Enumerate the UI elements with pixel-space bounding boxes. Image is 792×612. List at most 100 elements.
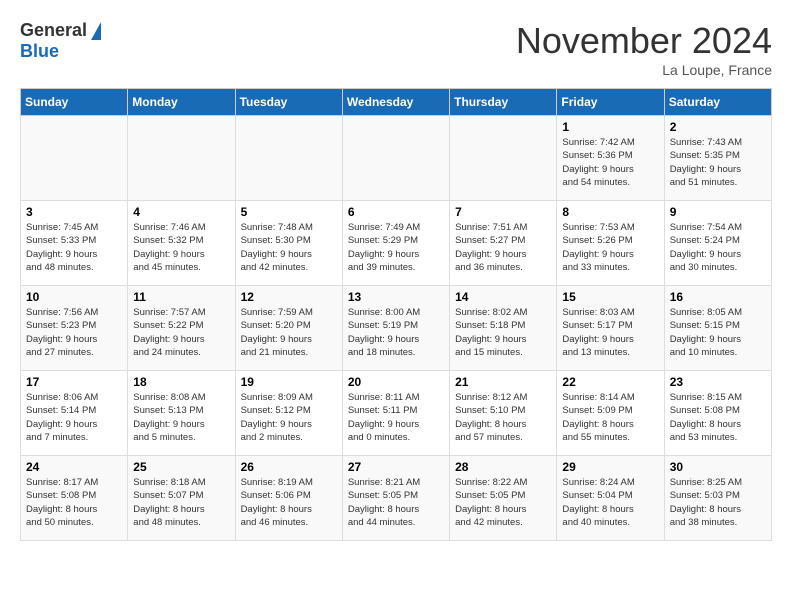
day-info: Sunrise: 7:42 AM Sunset: 5:36 PM Dayligh… [562,136,658,189]
calendar-cell: 2 Sunrise: 7:43 AM Sunset: 5:35 PM Daylig… [664,116,771,201]
day-info: Sunrise: 8:15 AM Sunset: 5:08 PM Dayligh… [670,391,766,444]
calendar-cell: 4 Sunrise: 7:46 AM Sunset: 5:32 PM Daylig… [128,201,235,286]
calendar-cell [128,116,235,201]
day-number: 22 [562,375,658,389]
day-number: 4 [133,205,229,219]
calendar-week-row: 17 Sunrise: 8:06 AM Sunset: 5:14 PM Dayli… [21,371,772,456]
day-number: 20 [348,375,444,389]
day-info: Sunrise: 8:08 AM Sunset: 5:13 PM Dayligh… [133,391,229,444]
day-info: Sunrise: 8:12 AM Sunset: 5:10 PM Dayligh… [455,391,551,444]
location-text: La Loupe, France [516,62,772,78]
calendar-cell: 5Sunrise: 7:48 AM Sunset: 5:30 PM Daylig… [235,201,342,286]
calendar-cell: 23Sunrise: 8:15 AM Sunset: 5:08 PM Dayli… [664,371,771,456]
day-number: 13 [348,290,444,304]
calendar-table: SundayMondayTuesdayWednesdayThursdayFrid… [20,88,772,541]
calendar-cell: 22 Sunrise: 8:14 AM Sunset: 5:09 PM Dayli… [557,371,664,456]
day-info: Sunrise: 8:22 AM Sunset: 5:05 PM Dayligh… [455,476,551,529]
day-info: Sunrise: 7:46 AM Sunset: 5:32 PM Dayligh… [133,221,229,274]
calendar-cell: 21 Sunrise: 8:12 AM Sunset: 5:10 PM Dayli… [450,371,557,456]
day-number: 27 [348,460,444,474]
day-number: 25 [133,460,229,474]
day-info: Sunrise: 8:09 AM Sunset: 5:12 PM Dayligh… [241,391,337,444]
day-info: Sunrise: 8:17 AM Sunset: 5:08 PM Dayligh… [26,476,122,529]
weekday-header-tuesday: Tuesday [235,89,342,116]
day-number: 2 [670,120,766,134]
weekday-header-monday: Monday [128,89,235,116]
calendar-cell: 13 Sunrise: 8:00 AM Sunset: 5:19 PM Dayli… [342,286,449,371]
month-title: November 2024 [516,20,772,62]
calendar-cell: 8Sunrise: 7:53 AM Sunset: 5:26 PM Daylig… [557,201,664,286]
day-number: 21 [455,375,551,389]
day-number: 9 [670,205,766,219]
day-info: Sunrise: 8:19 AM Sunset: 5:06 PM Dayligh… [241,476,337,529]
logo-blue-text: Blue [20,41,59,62]
day-info: Sunrise: 7:56 AM Sunset: 5:23 PM Dayligh… [26,306,122,359]
logo-triangle-icon [91,22,101,40]
calendar-cell: 7 Sunrise: 7:51 AM Sunset: 5:27 PM Daylig… [450,201,557,286]
day-info: Sunrise: 8:03 AM Sunset: 5:17 PM Dayligh… [562,306,658,359]
calendar-cell: 6 Sunrise: 7:49 AM Sunset: 5:29 PM Daylig… [342,201,449,286]
day-number: 16 [670,290,766,304]
weekday-header-friday: Friday [557,89,664,116]
calendar-body: 1 Sunrise: 7:42 AM Sunset: 5:36 PM Daylig… [21,116,772,541]
calendar-cell: 20Sunrise: 8:11 AM Sunset: 5:11 PM Dayli… [342,371,449,456]
weekday-header-row: SundayMondayTuesdayWednesdayThursdayFrid… [21,89,772,116]
day-info: Sunrise: 8:00 AM Sunset: 5:19 PM Dayligh… [348,306,444,359]
calendar-week-row: 3 Sunrise: 7:45 AM Sunset: 5:33 PM Daylig… [21,201,772,286]
logo-general-text: General [20,20,87,41]
day-info: Sunrise: 7:45 AM Sunset: 5:33 PM Dayligh… [26,221,122,274]
day-info: Sunrise: 7:57 AM Sunset: 5:22 PM Dayligh… [133,306,229,359]
calendar-cell [342,116,449,201]
day-number: 3 [26,205,122,219]
day-number: 6 [348,205,444,219]
calendar-week-row: 1 Sunrise: 7:42 AM Sunset: 5:36 PM Daylig… [21,116,772,201]
logo: General Blue [20,20,101,62]
calendar-cell: 19 Sunrise: 8:09 AM Sunset: 5:12 PM Dayli… [235,371,342,456]
calendar-cell: 15 Sunrise: 8:03 AM Sunset: 5:17 PM Dayli… [557,286,664,371]
day-number: 1 [562,120,658,134]
calendar-cell: 18 Sunrise: 8:08 AM Sunset: 5:13 PM Dayli… [128,371,235,456]
calendar-cell: 14Sunrise: 8:02 AM Sunset: 5:18 PM Dayli… [450,286,557,371]
day-info: Sunrise: 7:49 AM Sunset: 5:29 PM Dayligh… [348,221,444,274]
day-number: 17 [26,375,122,389]
day-number: 29 [562,460,658,474]
day-info: Sunrise: 8:18 AM Sunset: 5:07 PM Dayligh… [133,476,229,529]
calendar-cell: 16 Sunrise: 8:05 AM Sunset: 5:15 PM Dayli… [664,286,771,371]
calendar-cell: 17 Sunrise: 8:06 AM Sunset: 5:14 PM Dayli… [21,371,128,456]
calendar-cell: 27Sunrise: 8:21 AM Sunset: 5:05 PM Dayli… [342,456,449,541]
day-info: Sunrise: 8:06 AM Sunset: 5:14 PM Dayligh… [26,391,122,444]
calendar-week-row: 10 Sunrise: 7:56 AM Sunset: 5:23 PM Dayli… [21,286,772,371]
day-number: 10 [26,290,122,304]
day-info: Sunrise: 7:54 AM Sunset: 5:24 PM Dayligh… [670,221,766,274]
day-info: Sunrise: 7:48 AM Sunset: 5:30 PM Dayligh… [241,221,337,274]
day-number: 11 [133,290,229,304]
weekday-header-wednesday: Wednesday [342,89,449,116]
calendar-header: SundayMondayTuesdayWednesdayThursdayFrid… [21,89,772,116]
day-number: 8 [562,205,658,219]
day-info: Sunrise: 8:05 AM Sunset: 5:15 PM Dayligh… [670,306,766,359]
calendar-cell: 1 Sunrise: 7:42 AM Sunset: 5:36 PM Daylig… [557,116,664,201]
weekday-header-sunday: Sunday [21,89,128,116]
day-number: 15 [562,290,658,304]
day-info: Sunrise: 8:14 AM Sunset: 5:09 PM Dayligh… [562,391,658,444]
calendar-cell: 30Sunrise: 8:25 AM Sunset: 5:03 PM Dayli… [664,456,771,541]
day-info: Sunrise: 7:51 AM Sunset: 5:27 PM Dayligh… [455,221,551,274]
calendar-cell [450,116,557,201]
weekday-header-saturday: Saturday [664,89,771,116]
day-number: 19 [241,375,337,389]
calendar-cell [21,116,128,201]
calendar-cell: 25 Sunrise: 8:18 AM Sunset: 5:07 PM Dayli… [128,456,235,541]
page-header: General Blue November 2024 La Loupe, Fra… [20,20,772,78]
calendar-cell: 10 Sunrise: 7:56 AM Sunset: 5:23 PM Dayli… [21,286,128,371]
day-info: Sunrise: 8:25 AM Sunset: 5:03 PM Dayligh… [670,476,766,529]
day-number: 26 [241,460,337,474]
day-number: 18 [133,375,229,389]
calendar-week-row: 24Sunrise: 8:17 AM Sunset: 5:08 PM Dayli… [21,456,772,541]
day-info: Sunrise: 7:59 AM Sunset: 5:20 PM Dayligh… [241,306,337,359]
day-number: 7 [455,205,551,219]
day-number: 12 [241,290,337,304]
calendar-cell: 3 Sunrise: 7:45 AM Sunset: 5:33 PM Daylig… [21,201,128,286]
day-number: 28 [455,460,551,474]
day-info: Sunrise: 7:43 AM Sunset: 5:35 PM Dayligh… [670,136,766,189]
calendar-cell [235,116,342,201]
